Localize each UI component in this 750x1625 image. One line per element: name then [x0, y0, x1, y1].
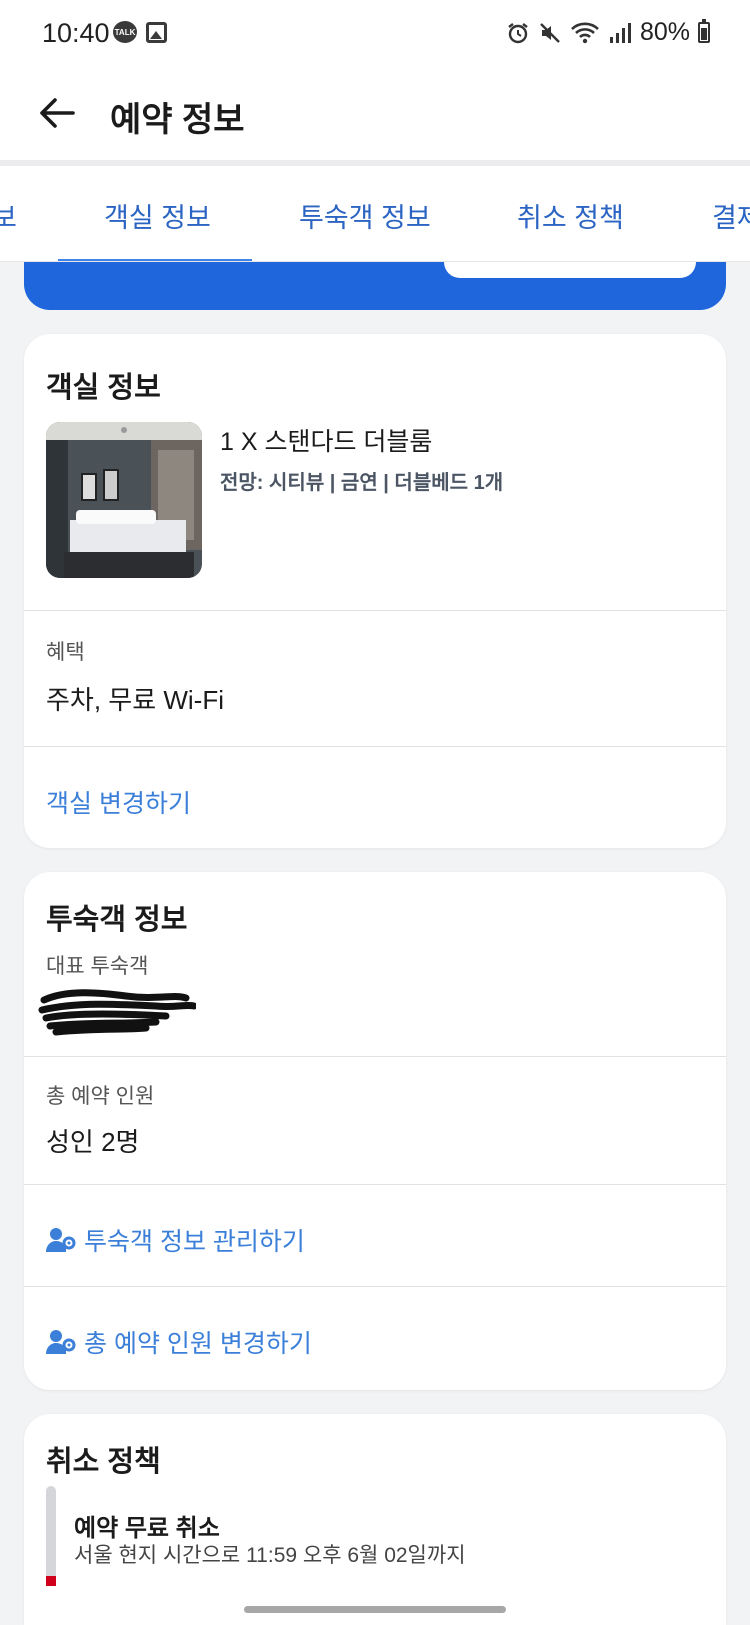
change-guest-count-label: 총 예약 인원 변경하기: [84, 1330, 312, 1358]
room-info-card: 객실 정보 1 X 스탠다드 더블룸 전망: 시티뷰 | 금연 | 더블베드 1…: [24, 334, 726, 848]
mute-icon: [538, 21, 562, 45]
room-details: 전망: 시티뷰 | 금연 | 더블베드 1개: [220, 472, 504, 494]
banner-button[interactable]: [444, 262, 696, 278]
cancel-card-title: 취소 정책: [46, 1446, 161, 1478]
status-time: 10:40: [42, 18, 110, 48]
status-bar: 10:40 TALK 80%: [0, 0, 750, 68]
tab-cancel-policy[interactable]: 취소 정책: [517, 196, 624, 235]
tab-payment[interactable]: 결제: [712, 196, 750, 235]
divider: [24, 1056, 726, 1057]
alarm-icon: [506, 21, 530, 45]
change-guest-count-link[interactable]: 총 예약 인원 변경하기: [46, 1324, 312, 1360]
change-room-link[interactable]: 객실 변경하기: [46, 784, 191, 820]
tab-overview[interactable]: 보: [0, 196, 17, 235]
wifi-icon: [570, 21, 600, 45]
divider: [24, 746, 726, 747]
room-photo[interactable]: [46, 422, 202, 578]
main-guest-label: 대표 투숙객: [46, 955, 149, 978]
guest-card-title: 투숙객 정보: [46, 904, 188, 936]
user-settings-icon: [46, 1228, 76, 1252]
signal-icon: [608, 21, 632, 45]
room-name: 1 X 스탠다드 더블룸: [220, 428, 433, 456]
manage-guests-link[interactable]: 투숙객 정보 관리하기: [46, 1222, 305, 1258]
divider: [24, 1184, 726, 1185]
back-arrow-icon: [40, 98, 75, 128]
user-settings-icon: [46, 1330, 76, 1354]
battery-icon: [698, 19, 710, 43]
app-bar: 예약 정보: [0, 68, 750, 160]
benefit-value: 주차, 무료 Wi-Fi: [46, 685, 224, 715]
tab-room-info[interactable]: 객실 정보: [104, 196, 211, 235]
page-title: 예약 정보: [110, 101, 245, 139]
free-cancel-title: 예약 무료 취소: [74, 1515, 220, 1542]
back-button[interactable]: [32, 88, 82, 138]
divider: [24, 1286, 726, 1287]
battery-percent: 80%: [639, 18, 690, 46]
manage-guests-label: 투숙객 정보 관리하기: [84, 1228, 305, 1256]
divider: [24, 610, 726, 611]
total-guests-label: 총 예약 인원: [46, 1085, 155, 1108]
kakaotalk-icon: TALK: [113, 21, 137, 43]
cancel-policy-card: 취소 정책 예약 무료 취소 서울 현지 시간으로 11:59 오후 6월 02…: [24, 1414, 726, 1625]
gallery-notification-icon: [146, 22, 167, 43]
benefit-label: 혜택: [46, 641, 85, 664]
redacted-guest-name: [38, 989, 196, 1036]
free-cancel-deadline: 서울 현지 시간으로 11:59 오후 6월 02일까지: [74, 1544, 466, 1567]
section-tabs: 보 객실 정보 투숙객 정보 취소 정책 결제: [0, 166, 750, 262]
total-guests-value: 성인 2명: [46, 1127, 140, 1157]
home-indicator[interactable]: [244, 1606, 506, 1613]
room-card-title: 객실 정보: [46, 372, 161, 404]
reservation-banner: [24, 262, 726, 310]
guest-info-card: 투숙객 정보 대표 투숙객 총 예약 인원 성인 2명 투숙객 정보 관리하기 …: [24, 872, 726, 1390]
tab-guest-info[interactable]: 투숙객 정보: [299, 196, 431, 235]
policy-timeline-bar: [46, 1486, 56, 1586]
